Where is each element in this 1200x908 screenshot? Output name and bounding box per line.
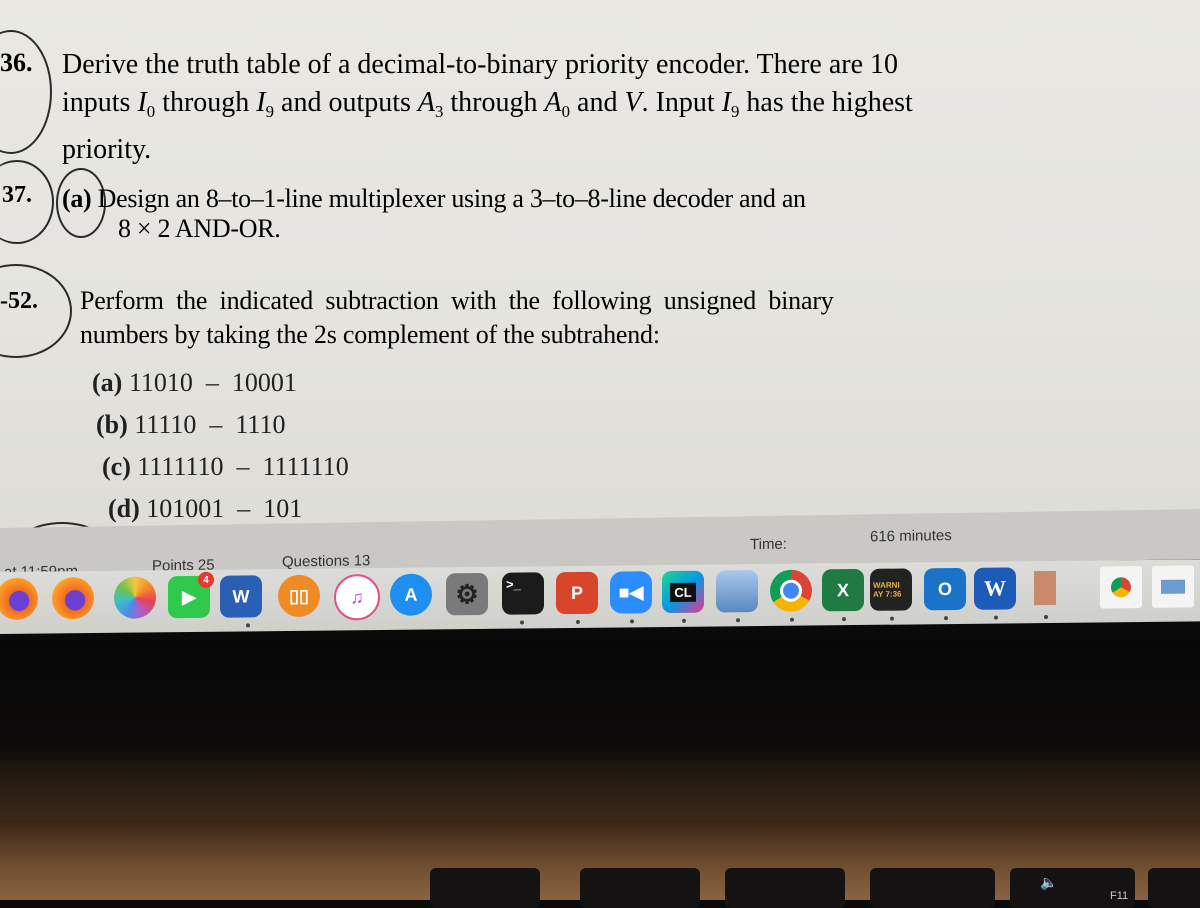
problem-36-line3: priority. [62, 133, 152, 165]
facetime-icon[interactable]: ▶ 4 [168, 571, 214, 619]
word-doc-icon[interactable]: W [974, 567, 1016, 610]
laptop-hinge [0, 760, 1200, 820]
clion-icon[interactable]: CL [662, 570, 704, 614]
chrome-icon[interactable] [770, 569, 812, 612]
problem-36-text: Derive the truth table of a decimal-to-b… [62, 46, 913, 169]
running-indicator [576, 619, 580, 624]
problem-52-item-b: (b) 11110 – 1110 [96, 410, 286, 439]
firefox-icon[interactable] [52, 577, 94, 620]
f11-label: F11 [1110, 890, 1129, 902]
powerpoint-icon[interactable]: P [556, 571, 598, 615]
running-indicator [520, 620, 524, 625]
preview-icon[interactable] [716, 570, 758, 613]
archive-icon[interactable] [1024, 567, 1066, 609]
facetime-badge: 4 [198, 571, 214, 588]
dock: ▶ 4 W ▯▯ ♫ A ⚙ >_ P ■◀ CL X WARNI AY 7:3… [0, 559, 1200, 634]
word-icon[interactable]: W [220, 575, 262, 618]
time-value: 616 minutes [870, 527, 952, 546]
running-indicator [246, 623, 250, 628]
running-indicator [682, 618, 686, 623]
problem-52-text: Perform the indicated subtraction with t… [80, 282, 834, 354]
excel-icon[interactable]: X [822, 568, 864, 612]
running-indicator [1044, 615, 1048, 620]
jpeg-doc-icon[interactable] [1152, 565, 1194, 608]
chrome-doc-icon[interactable] [1100, 566, 1142, 609]
problem-37-text: (a) Design an 8–to–1-line multiplexer us… [62, 180, 806, 248]
problem-52-item-c: (c) 1111110 – 1111110 [102, 452, 349, 481]
problem-37-number: 37. [2, 182, 32, 208]
volume-icon: 🔈 [1040, 874, 1058, 890]
books-icon[interactable]: ▯▯ [278, 574, 320, 618]
running-indicator [890, 616, 894, 621]
keyboard-key [580, 868, 700, 908]
running-indicator [630, 619, 634, 624]
terminal-icon[interactable]: >_ [502, 572, 544, 615]
console-icon[interactable]: WARNI AY 7:36 [870, 568, 912, 611]
keyboard-key [870, 868, 995, 908]
problem-52-number: -52. [0, 288, 38, 314]
problem-36-number: 36. [0, 48, 33, 77]
app-store-icon[interactable]: A [390, 573, 432, 616]
problem-52-item-a: (a) 11010 – 10001 [92, 368, 297, 397]
firefox-icon[interactable] [0, 577, 38, 621]
running-indicator [736, 618, 740, 623]
time-label: Time: [750, 535, 787, 554]
keyboard-key-f11: 🔈 F11 [1010, 868, 1135, 908]
problem-36-line2: inputs I0 through I9 and outputs A3 thro… [62, 87, 913, 121]
keyboard-key [430, 868, 540, 908]
problem-52-line2: numbers by taking the 2s complement of t… [80, 320, 660, 349]
photos-icon[interactable] [114, 576, 156, 619]
keyboard-key [725, 868, 845, 908]
problem-52-item-d: (d) 101001 – 101 [108, 494, 303, 523]
problem-36-line1: Derive the truth table of a decimal-to-b… [62, 49, 899, 80]
keyboard-key [1148, 868, 1200, 908]
facetime-camera-glyph: ▶ [182, 586, 196, 607]
running-indicator [944, 616, 948, 621]
zoom-icon[interactable]: ■◀ [610, 571, 652, 614]
running-indicator [994, 615, 998, 620]
outlook-icon[interactable]: O [924, 567, 966, 611]
textbook-page: 36. Derive the truth table of a decimal-… [0, 0, 1200, 545]
problem-52-line1: Perform the indicated subtraction with t… [80, 286, 834, 315]
running-indicator [790, 617, 794, 622]
system-preferences-icon[interactable]: ⚙ [446, 572, 488, 616]
running-indicator [842, 617, 846, 622]
music-icon[interactable]: ♫ [334, 574, 380, 621]
